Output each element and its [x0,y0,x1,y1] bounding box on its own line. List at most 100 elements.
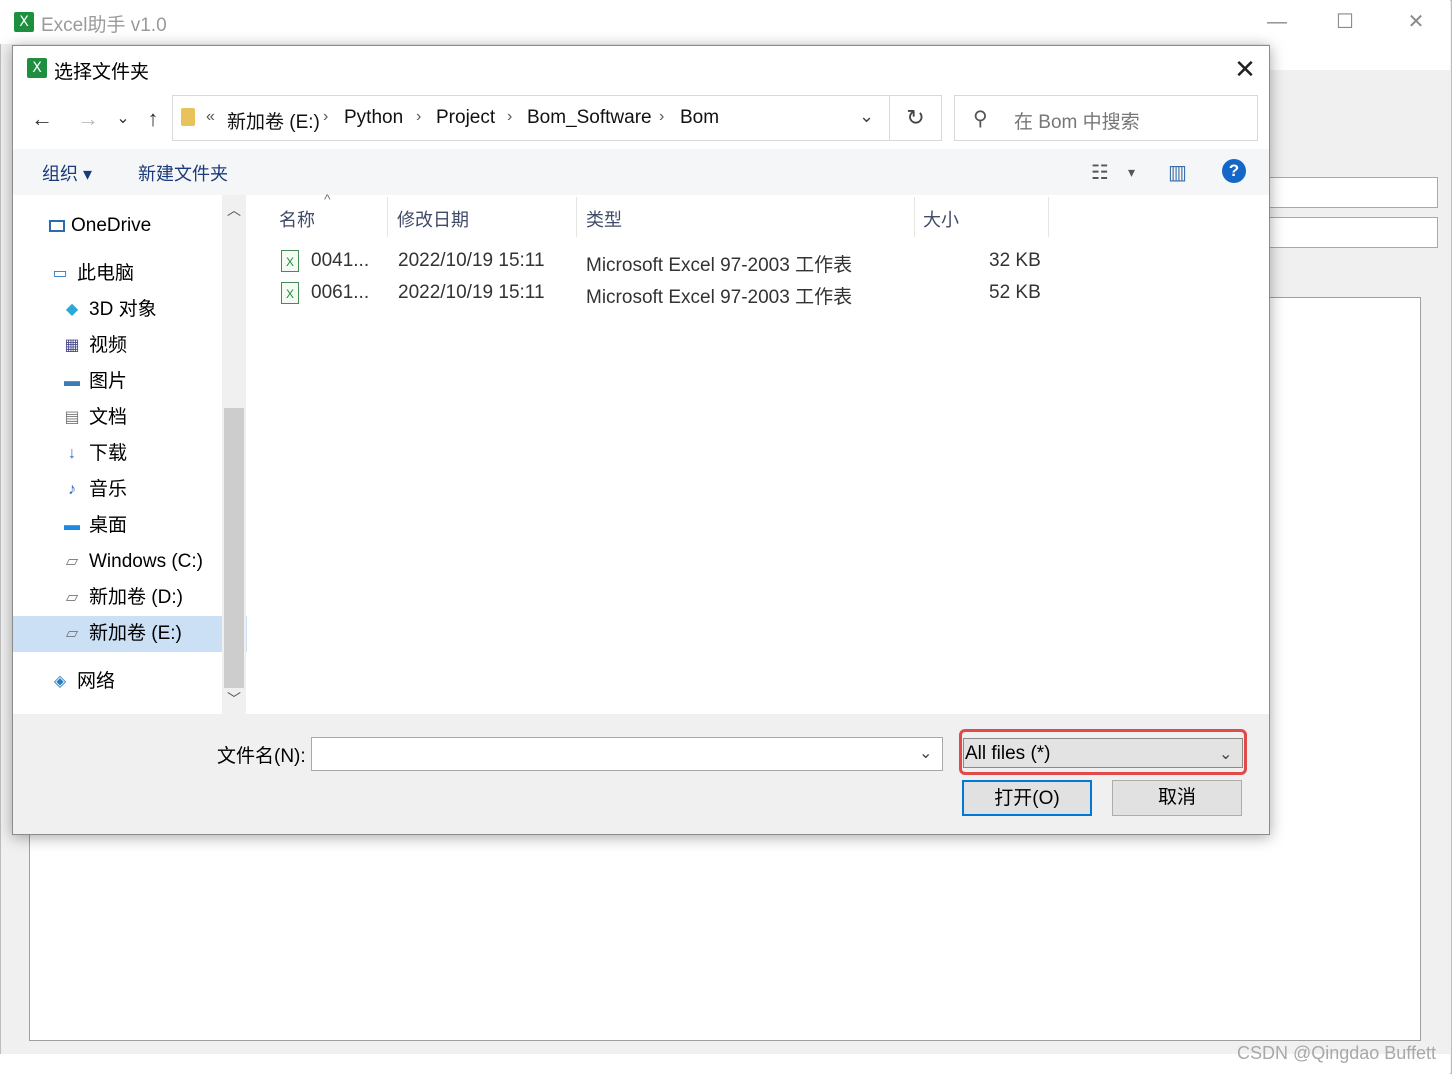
scroll-up-icon[interactable]: ︿ [222,199,246,221]
nav-scrollbar-thumb[interactable] [224,408,244,688]
forward-button[interactable]: → [73,104,103,134]
preview-pane-icon[interactable]: ▥ [1168,160,1187,185]
excel-app-icon: X [14,12,34,32]
column-divider[interactable] [914,197,915,237]
onedrive-icon [49,219,65,232]
column-header-size[interactable]: 大小 [923,206,959,232]
minimize-button[interactable]: — [1242,0,1312,44]
file-modified: 2022/10/19 15:11 [398,282,545,303]
help-icon[interactable]: ? [1222,159,1246,183]
drive-c-icon: ▱ [65,552,79,570]
breadcrumb-separator[interactable]: › [659,108,664,126]
file-row[interactable]: X 0061... 2022/10/19 15:11 Microsoft Exc… [275,278,1047,308]
file-size: 32 KB [989,250,1041,271]
column-divider[interactable] [1048,197,1049,237]
new-folder-button[interactable]: 新建文件夹 [138,160,228,186]
nav-item-onedrive[interactable]: OneDrive [13,208,257,244]
view-dropdown-icon[interactable]: ▾ [1128,164,1135,181]
nav-label: 此电脑 [77,263,135,284]
up-button[interactable]: ↑ [138,104,168,134]
nav-label: 图片 [89,371,128,392]
file-name: 0041... [311,250,370,271]
main-close-button[interactable]: ✕ [1381,0,1451,44]
scroll-down-icon[interactable]: ﹀ [222,688,246,710]
select-folder-dialog: X 选择文件夹 ✕ ← → ⌄ ↑ « 新加卷 (E:) › Python › … [12,45,1270,835]
nav-label: 新加卷 (D:) [89,587,183,608]
breadcrumb-python[interactable]: Python [344,107,403,129]
main-window-title: Excel助手 v1.0 [41,15,167,36]
main-path-input-1[interactable] [1268,177,1438,208]
search-icon: ⚲ [973,108,988,130]
pictures-icon: ▬ [64,372,80,390]
file-modified: 2022/10/19 15:11 [398,250,545,271]
view-options-icon[interactable]: ☷ [1091,160,1109,185]
nav-label: 桌面 [89,515,128,536]
file-row[interactable]: X 0041... 2022/10/19 15:11 Microsoft Exc… [275,246,1047,276]
music-icon: ♪ [68,480,76,498]
nav-label: 音乐 [89,479,128,500]
column-divider[interactable] [576,197,577,237]
address-dropdown-icon[interactable]: ⌄ [859,106,874,127]
organize-button[interactable]: 组织 ▾ [42,160,92,186]
nav-label: Windows (C:) [89,551,204,572]
breadcrumb-project[interactable]: Project [436,107,495,129]
documents-icon: ▤ [64,408,80,426]
main-status-strip [0,1054,1450,1074]
cancel-button[interactable]: 取消 [1112,780,1242,816]
breadcrumb-separator[interactable]: › [416,108,421,126]
filename-label: 文件名(N): [217,746,306,767]
column-header-type[interactable]: 类型 [586,206,622,232]
file-size: 52 KB [989,282,1041,303]
drive-d-icon: ▱ [65,588,79,606]
filetype-dropdown-icon[interactable]: ⌄ [1219,744,1232,764]
filename-input[interactable] [311,737,943,771]
filename-dropdown-icon[interactable]: ⌄ [919,743,932,763]
nav-item-network[interactable]: ◈ 网络 [13,664,257,700]
breadcrumb-bom-software[interactable]: Bom_Software [527,107,652,129]
dialog-close-button[interactable]: ✕ [1223,49,1267,89]
network-icon: ◈ [53,672,67,690]
breadcrumb-separator[interactable]: › [507,108,512,126]
open-button[interactable]: 打开(O) [962,780,1092,816]
recent-locations-button[interactable]: ⌄ [108,104,138,134]
breadcrumb-drive-e[interactable]: 新加卷 (E:) [227,107,320,134]
nav-label: 新加卷 (E:) [89,623,182,644]
back-button[interactable]: ← [27,104,57,134]
nav-label: 网络 [77,671,116,692]
videos-icon: ▦ [64,336,80,354]
drive-e-icon: ▱ [65,624,79,642]
file-name: 0061... [311,282,370,303]
breadcrumb-separator[interactable]: › [323,108,328,126]
desktop-icon: ▬ [64,516,80,534]
dialog-title: 选择文件夹 [54,62,150,83]
credit-watermark: CSDN @Qingdao Buffett [1236,1043,1436,1063]
main-window-menu-strip [1270,44,1450,70]
search-placeholder: 在 Bom 中搜索 [1014,112,1140,133]
sort-indicator-icon: ^ [324,191,331,207]
column-header-modified[interactable]: 修改日期 [397,206,469,232]
nav-label: 3D 对象 [89,299,157,320]
breadcrumb-overflow[interactable]: « [206,108,215,126]
column-divider[interactable] [387,197,388,237]
file-type: Microsoft Excel 97-2003 工作表 [586,287,853,308]
column-header-name[interactable]: 名称 [279,206,315,232]
folder-icon [181,108,195,126]
nav-label: OneDrive [71,215,152,236]
nav-label: 文档 [89,407,128,428]
breadcrumb-bom[interactable]: Bom [680,107,719,129]
maximize-button[interactable]: ☐ [1310,0,1380,44]
3d-objects-icon: ◆ [65,300,79,318]
excel-file-icon: X [281,250,299,272]
refresh-button[interactable]: ↻ [890,95,942,141]
main-path-input-2[interactable] [1268,217,1438,248]
computer-icon: ▭ [52,264,68,282]
filetype-value: All files (*) [965,743,1051,764]
dialog-app-icon: X [27,58,47,78]
downloads-icon: ↓ [68,444,76,462]
nav-label: 视频 [89,335,128,356]
excel-file-icon: X [281,282,299,304]
nav-item-this-pc[interactable]: ▭ 此电脑 [13,256,257,292]
main-titlebar [0,0,1450,44]
nav-label: 下载 [89,443,128,464]
file-type: Microsoft Excel 97-2003 工作表 [586,255,853,276]
